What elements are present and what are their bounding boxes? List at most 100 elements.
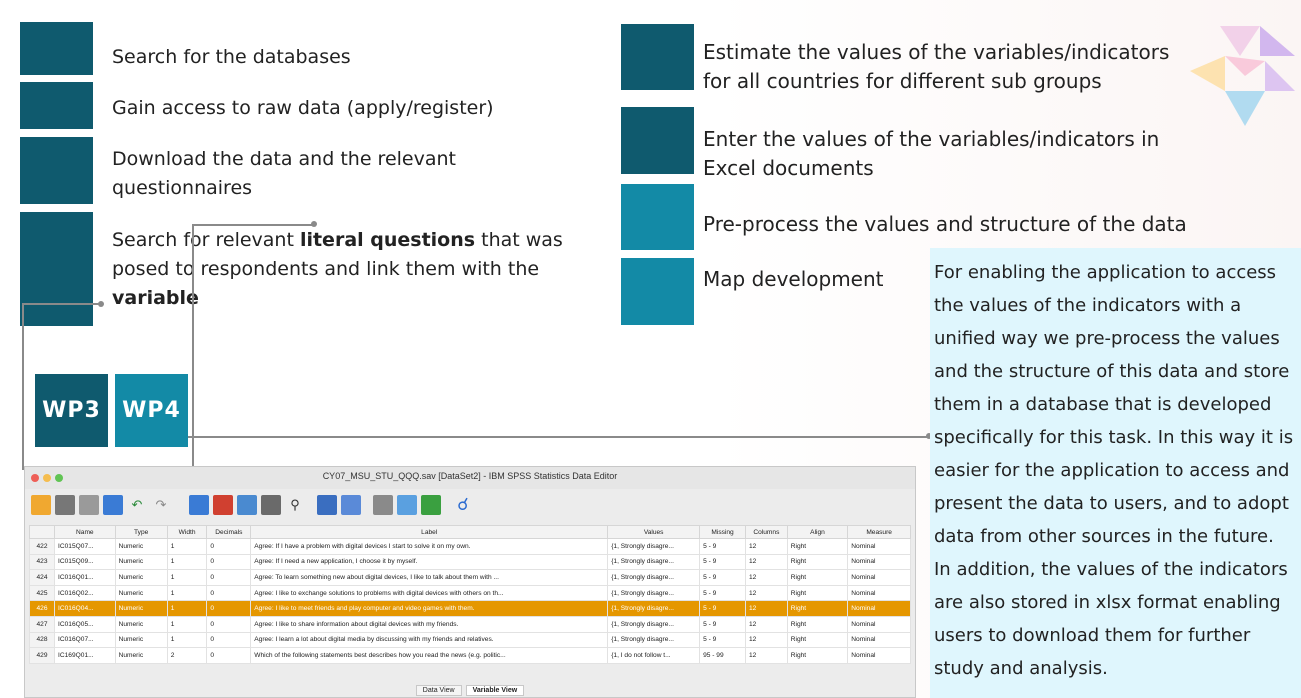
row-number[interactable]: 423 [28,553,56,571]
row-number[interactable]: 428 [28,631,56,649]
table-row[interactable]: 426 IC016Q04... Numeric 1 0 Agree: I like to … [28,600,911,617]
table-cell[interactable]: Right [786,584,849,602]
column-header[interactable]: Align [786,525,849,539]
table-row[interactable]: 424 IC016Q01... Numeric 1 0 Agree: To learn s… [28,569,911,586]
table-row[interactable]: 427 IC016Q05... Numeric 1 0 Agree: I like to … [28,615,911,633]
column-header[interactable]: Type [114,525,168,539]
column-header[interactable]: Columns [745,525,788,539]
table-cell[interactable]: {1, Strongly disagre... [607,631,701,649]
table-cell[interactable]: Numeric [114,569,168,586]
row-number[interactable]: 429 [28,647,56,664]
table-row[interactable]: 423 IC015Q09... Numeric 1 0 Agree: If I need … [28,553,911,571]
table-cell[interactable]: 0 [206,631,252,649]
table-cell[interactable]: Right [786,631,849,649]
table-cell[interactable]: 5 - 9 [699,600,746,617]
table-cell[interactable]: Numeric [114,600,168,617]
table-cell[interactable]: {1, Strongly disagre... [607,538,701,555]
table-cell[interactable]: 12 [745,569,788,586]
recall-dialog-icon[interactable] [103,495,123,515]
table-cell[interactable]: IC169Q01... [54,647,116,664]
value-labels-icon[interactable] [421,495,441,515]
table-row[interactable]: 428 IC016Q07... Numeric 1 0 Agree: I learn a … [28,631,911,649]
table-cell[interactable]: 0 [206,553,252,571]
table-cell[interactable]: 1 [166,569,208,586]
table-cell[interactable]: Agree: I learn a lot about digital media… [250,631,609,649]
table-cell[interactable]: 1 [166,584,208,602]
table-cell[interactable]: Which of the following statements best d… [250,647,609,664]
table-cell[interactable]: Nominal [847,647,911,664]
table-cell[interactable]: 1 [166,600,208,617]
goto-variable-icon[interactable] [213,495,233,515]
table-cell[interactable]: IC016Q01... [54,569,116,586]
redo-icon[interactable]: ↷ [151,495,171,515]
save-icon[interactable] [55,495,75,515]
table-cell[interactable]: Nominal [847,553,911,571]
table-cell[interactable]: {1, Strongly disagre... [607,584,701,602]
column-header[interactable]: Values [607,525,701,539]
table-cell[interactable]: 12 [745,647,788,664]
insert-variable-icon[interactable] [341,495,361,515]
table-cell[interactable]: Nominal [847,569,911,586]
table-cell[interactable]: IC016Q07... [54,631,116,649]
tab-variable-view[interactable]: Variable View [465,684,525,696]
column-header[interactable]: Label [250,525,609,539]
table-cell[interactable]: {1, I do not follow t... [607,647,701,664]
table-cell[interactable]: {1, Strongly disagre... [607,600,701,617]
row-number[interactable]: 425 [28,584,56,602]
table-cell[interactable]: 5 - 9 [699,569,746,586]
column-header[interactable]: Width [166,525,208,539]
tab-data-view[interactable]: Data View [415,684,462,696]
insert-cases-icon[interactable] [317,495,337,515]
table-cell[interactable]: 5 - 9 [699,615,746,633]
table-cell[interactable]: {1, Strongly disagre... [607,553,701,571]
table-cell[interactable]: Right [786,615,849,633]
table-cell[interactable]: 1 [166,615,208,633]
row-number[interactable]: 427 [28,615,56,633]
row-number[interactable]: 422 [28,538,56,555]
table-cell[interactable]: 95 - 99 [699,647,746,664]
table-cell[interactable]: Numeric [114,647,168,664]
table-cell[interactable]: 12 [745,538,788,555]
table-cell[interactable]: Agree: I like to exchange solutions to p… [250,584,609,602]
table-cell[interactable]: 5 - 9 [699,631,746,649]
table-cell[interactable]: IC016Q04... [54,600,116,617]
table-cell[interactable]: {1, Strongly disagre... [607,569,701,586]
open-folder-icon[interactable] [31,495,51,515]
table-cell[interactable]: 12 [745,600,788,617]
table-cell[interactable]: Right [786,553,849,571]
table-cell[interactable]: {1, Strongly disagre... [607,615,701,633]
table-cell[interactable]: 0 [206,538,252,555]
table-cell[interactable]: Agree: To learn something new about digi… [250,569,609,586]
table-cell[interactable]: Agree: If I need a new application, I ch… [250,553,609,571]
row-number[interactable]: 426 [28,600,56,617]
table-cell[interactable]: Right [786,569,849,586]
table-cell[interactable]: Right [786,647,849,664]
table-row[interactable]: 422 IC015Q07... Numeric 1 0 Agree: If I have … [28,538,911,555]
table-cell[interactable]: IC015Q07... [54,538,116,555]
table-cell[interactable]: Nominal [847,615,911,633]
goto-case-icon[interactable] [189,495,209,515]
table-cell[interactable]: Right [786,538,849,555]
table-row[interactable]: 425 IC016Q02... Numeric 1 0 Agree: I like to … [28,584,911,602]
table-cell[interactable]: IC016Q05... [54,615,116,633]
column-header[interactable]: Measure [847,525,911,539]
table-cell[interactable]: 0 [206,584,252,602]
undo-icon[interactable]: ↶ [127,495,147,515]
column-header[interactable]: Name [54,525,116,539]
table-cell[interactable]: 0 [206,569,252,586]
table-cell[interactable]: Nominal [847,631,911,649]
table-cell[interactable]: 12 [745,615,788,633]
run-descriptives-icon[interactable] [261,495,281,515]
table-cell[interactable]: Numeric [114,631,168,649]
table-cell[interactable]: 12 [745,631,788,649]
table-cell[interactable]: Numeric [114,615,168,633]
table-cell[interactable]: Agree: If I have a problem with digital … [250,538,609,555]
column-header[interactable]: Decimals [206,525,252,539]
find-icon[interactable]: ⚲ [285,495,305,515]
table-cell[interactable]: 5 - 9 [699,584,746,602]
table-cell[interactable]: 0 [206,600,252,617]
column-header[interactable]: Missing [699,525,746,539]
table-cell[interactable]: Numeric [114,553,168,571]
table-cell[interactable]: Right [786,600,849,617]
table-cell[interactable]: IC015Q09... [54,553,116,571]
